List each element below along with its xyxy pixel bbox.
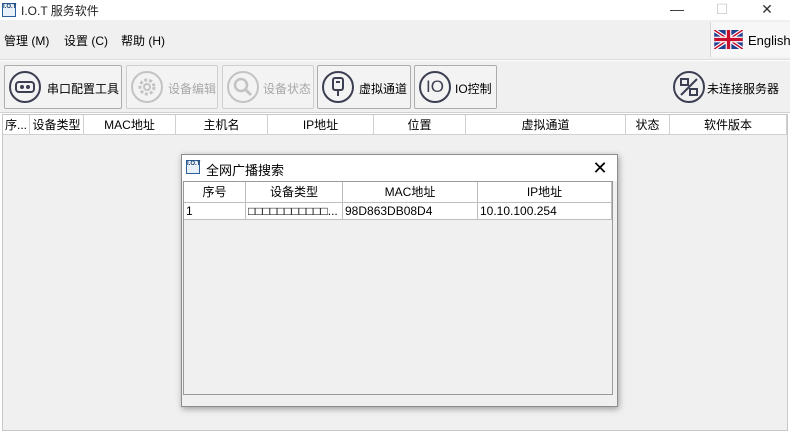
uk-flag-icon [714, 30, 743, 49]
app-logo-icon: I.O.T [2, 3, 16, 17]
row-ip: 10.10.100.254 [478, 203, 612, 219]
row-mac: 98D863DB08D4 [343, 203, 478, 219]
gear-icon [131, 71, 163, 103]
dialog-title-bar: I.O.T 全网广播搜索 ✕ [182, 155, 617, 181]
table-row[interactable]: 1 □□□□□□□□□□□... 98D863DB08D4 10.10.100.… [184, 203, 612, 220]
minimize-button[interactable]: — [654, 0, 700, 20]
close-button[interactable]: ✕ [744, 0, 790, 20]
language-switch-button[interactable]: English [710, 22, 790, 57]
menu-manage[interactable]: 管理 (M) [4, 32, 49, 49]
column-header-ip[interactable]: IP地址 [268, 115, 374, 135]
menu-bar: 管理 (M) 设置 (C) 帮助 (H) English [0, 20, 790, 60]
title-bar: I.O.T I.O.T 服务软件 — ☐ ✕ [0, 0, 790, 20]
window-title: I.O.T 服务软件 [21, 4, 99, 18]
device-status-label: 设备状态 [263, 82, 312, 96]
language-label: English [748, 33, 790, 48]
network-disconnected-icon [673, 71, 705, 103]
io-control-button[interactable]: IO IO控制 [414, 65, 497, 109]
device-edit-button[interactable]: 设备编辑 [126, 65, 218, 109]
device-status-button[interactable]: 设备状态 [222, 65, 314, 109]
column-header-mac[interactable]: MAC地址 [84, 115, 176, 135]
server-connection-label: 未连接服务器 [707, 82, 780, 96]
dialog-column-mac[interactable]: MAC地址 [343, 182, 478, 203]
menu-help[interactable]: 帮助 (H) [121, 32, 165, 49]
device-edit-label: 设备编辑 [168, 82, 217, 96]
device-table-header: 序... 设备类型 MAC地址 主机名 IP地址 位置 虚拟通道 状态 软件版本 [3, 115, 787, 135]
column-header-hostname[interactable]: 主机名 [176, 115, 268, 135]
io-icon: IO [419, 71, 451, 103]
toolbar: 串口配置工具 设备编辑 设备状态 虚拟通道 IO IO控制 未连接服务器 [0, 61, 790, 113]
search-results-list[interactable]: 序号 设备类型 MAC地址 IP地址 1 □□□□□□□□□□□... 98D8… [183, 181, 613, 395]
plug-icon [322, 71, 354, 103]
column-header-software-version[interactable]: 软件版本 [670, 115, 787, 135]
dialog-title: 全网广播搜索 [206, 163, 285, 178]
serial-config-tool-button[interactable]: 串口配置工具 [4, 65, 122, 109]
column-header-device-type[interactable]: 设备类型 [30, 115, 84, 135]
dialog-column-index[interactable]: 序号 [184, 182, 246, 203]
dialog-column-ip[interactable]: IP地址 [478, 182, 612, 203]
row-index: 1 [184, 203, 246, 219]
virtual-channel-button[interactable]: 虚拟通道 [317, 65, 411, 109]
dialog-column-device-type[interactable]: 设备类型 [246, 182, 343, 203]
virtual-channel-label: 虚拟通道 [359, 82, 408, 96]
column-header-virtual-channel[interactable]: 虚拟通道 [466, 115, 626, 135]
column-header-status[interactable]: 状态 [626, 115, 670, 135]
serial-config-tool-label: 串口配置工具 [47, 82, 120, 96]
menu-settings[interactable]: 设置 (C) [64, 32, 108, 49]
row-device-type: □□□□□□□□□□□... [246, 203, 343, 219]
status-search-icon [227, 71, 259, 103]
dialog-close-button[interactable]: ✕ [589, 157, 611, 179]
serial-cable-icon [9, 71, 41, 103]
dialog-app-icon: I.O.T [186, 160, 200, 174]
maximize-button[interactable]: ☐ [699, 0, 745, 20]
server-connection-button[interactable]: 未连接服务器 [668, 65, 786, 109]
column-header-location[interactable]: 位置 [374, 115, 466, 135]
column-header-index[interactable]: 序... [3, 115, 30, 135]
broadcast-search-dialog: I.O.T 全网广播搜索 ✕ 序号 设备类型 MAC地址 IP地址 1 □□□□… [181, 154, 618, 407]
io-control-label: IO控制 [455, 82, 492, 96]
